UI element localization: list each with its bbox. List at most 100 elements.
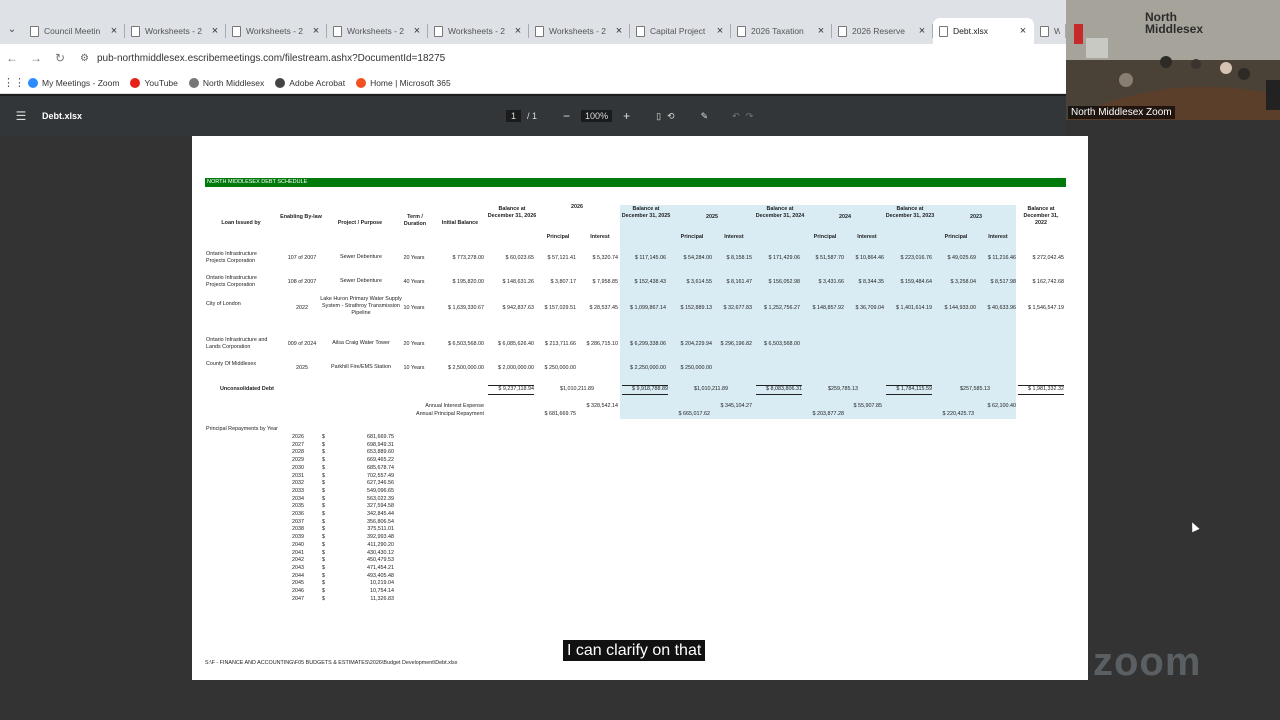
browser-tab[interactable]: Worksheets - 2 ×: [327, 18, 428, 44]
rotate-icon[interactable]: ⟲: [667, 111, 675, 122]
repayment-year: 2045: [292, 580, 304, 587]
loan-issuer: Ontario Infrastructure Projects Corporat…: [206, 251, 257, 264]
browser-tab[interactable]: Worksheets - 2 ×: [226, 18, 327, 44]
repayment-amount: 11,326.83: [370, 595, 394, 602]
zoom-video-thumbnail: North Middlesex North Middlesex Zoom: [1066, 0, 1280, 120]
annotate-icon[interactable]: ✎: [701, 111, 709, 122]
bookmark-item[interactable]: My Meetings - Zoom: [28, 77, 119, 88]
bookmark-label: North Middlesex: [202, 77, 265, 88]
sheet-cell: $ 54,284.00: [683, 255, 712, 261]
bookmark-icon: [130, 77, 141, 88]
sheet-cell: $ 144,933.00: [944, 305, 976, 311]
browser-tab[interactable]: Worksheets - 2 ×: [428, 18, 529, 44]
back-icon[interactable]: ←: [0, 51, 24, 65]
loan-issuer: County Of Middlesex: [206, 361, 257, 367]
repayment-year: 2035: [292, 503, 304, 510]
bookmark-label: Home | Microsoft 365: [370, 77, 451, 88]
currency-sign: $: [322, 472, 325, 479]
sheet-cell: $ 345,104.27: [720, 403, 752, 409]
zoom-level-input[interactable]: 100%: [581, 110, 613, 122]
header-cell: Balance at December 31, 2022: [1023, 206, 1059, 226]
logo-line-2: Middlesex: [1145, 22, 1204, 36]
redo-icon[interactable]: ↷: [746, 111, 754, 122]
browser-tab[interactable]: 2026 Reserve ×: [832, 18, 933, 44]
browser-tab[interactable]: Capital Project ×: [630, 18, 731, 44]
municipality-logo: North Middlesex: [1145, 11, 1203, 35]
sheet-cell: $ 250,000.00: [680, 365, 712, 371]
bookmark-item[interactable]: YouTube: [130, 77, 178, 88]
currency-sign: $: [322, 441, 325, 448]
header-cell: Principal: [813, 234, 837, 240]
close-tab-icon[interactable]: ×: [311, 25, 321, 37]
sheet-cell: $ 3,431.66: [818, 279, 844, 285]
sheet-cell: 20 Years: [403, 255, 425, 261]
bookmarks-bar: ⋮⋮ My Meetings - Zoom YouTube North Middle…: [0, 72, 1066, 94]
total-cell: $1,010,211.89: [559, 386, 595, 392]
browser-tab[interactable]: Debt.xlsx ×: [933, 18, 1034, 44]
sheet-cell: $ 60,023.65: [505, 255, 534, 261]
pdf-page: NORTH MIDDLESEX DEBT SCHEDULE Loan Issue…: [192, 136, 1088, 680]
underline: [756, 394, 802, 395]
site-info-icon[interactable]: ⚙: [80, 53, 89, 64]
page-number-input[interactable]: 1: [506, 110, 522, 122]
header-cell: 2024: [839, 214, 851, 220]
close-tab-icon[interactable]: ×: [210, 25, 220, 37]
header-cell: Project / Purpose: [337, 220, 383, 226]
bookmark-item[interactable]: Home | Microsoft 365: [356, 77, 451, 88]
close-tab-icon[interactable]: ×: [513, 25, 523, 37]
close-tab-icon[interactable]: ×: [715, 25, 725, 37]
zoom-out-icon[interactable]: −: [563, 109, 570, 123]
close-tab-icon[interactable]: ×: [1018, 25, 1028, 37]
sheet-cell: 108 of 2007: [287, 279, 317, 285]
browser-tab[interactable]: Wo: [1034, 18, 1066, 44]
repayment-amount: 493,405.48: [367, 572, 394, 579]
sheet-cell: $ 157,029.51: [544, 305, 576, 311]
sheet-cell: 2025: [296, 365, 308, 371]
browser-tab[interactable]: 2026 Taxation ×: [731, 18, 832, 44]
header-cell: Enabling By-law: [280, 214, 322, 220]
document-icon: [939, 25, 948, 37]
forward-icon[interactable]: →: [24, 51, 48, 65]
bookmark-list: My Meetings - Zoom YouTube North Middlesex…: [28, 77, 462, 88]
sheet-cell: $ 55,907.85: [853, 403, 882, 409]
close-tab-icon[interactable]: ×: [109, 25, 119, 37]
address-field[interactable]: ⚙ pub-northmiddlesex.escribemeetings.com…: [80, 53, 445, 64]
close-tab-icon[interactable]: ×: [412, 25, 422, 37]
reload-icon[interactable]: ↻: [48, 51, 72, 65]
bookmark-label: YouTube: [144, 77, 178, 88]
repayment-amount: 681,669.75: [367, 434, 394, 440]
close-tab-icon[interactable]: ×: [816, 25, 826, 37]
browser-tab[interactable]: Worksheets - 2 ×: [529, 18, 630, 44]
currency-sign: $: [322, 480, 325, 487]
browser-tab[interactable]: Council Meetin ×: [24, 18, 125, 44]
header-cell: Principal: [944, 234, 968, 240]
tab-title: 2026 Taxation: [751, 26, 804, 36]
bookmark-item[interactable]: North Middlesex: [188, 77, 265, 88]
sheet-cell: $ 6,299,338.06: [630, 341, 666, 347]
repayment-amount: 430,430.12: [367, 549, 394, 556]
bookmark-item[interactable]: Adobe Acrobat: [275, 77, 345, 88]
sheet-cell: 009 of 2024: [287, 341, 317, 347]
apps-grid-icon[interactable]: ⋮⋮: [0, 76, 28, 89]
close-tab-icon[interactable]: ×: [917, 25, 927, 37]
repayment-amount: 450,479.53: [367, 557, 394, 564]
undo-icon[interactable]: ↶: [732, 111, 740, 122]
sheet-cell: $ 152,889.13: [680, 305, 712, 311]
document-icon: [636, 25, 645, 37]
total-cell: $ 1,981,332.32: [1028, 386, 1064, 392]
underline: [622, 394, 668, 395]
repayment-amount: 10,219.04: [370, 580, 394, 587]
header-cell: Balance at December 31, 2024: [755, 206, 805, 219]
repayment-year: 2027: [292, 441, 304, 448]
sheet-cell: $ 32,677.83: [723, 305, 752, 311]
header-cell: Interest: [590, 234, 610, 240]
sheet-cell: $ 8,161.47: [726, 279, 752, 285]
browser-tab[interactable]: Worksheets - 2 ×: [125, 18, 226, 44]
tab-search-dropdown-icon[interactable]: ⌄: [0, 18, 24, 40]
menu-icon[interactable]: ☰: [0, 109, 42, 123]
sheet-cell: $ 2,500,000.00: [448, 365, 484, 371]
underline: [756, 385, 802, 386]
close-tab-icon[interactable]: ×: [614, 25, 624, 37]
fit-page-icon[interactable]: ▯: [656, 111, 661, 122]
zoom-in-icon[interactable]: +: [623, 109, 630, 123]
